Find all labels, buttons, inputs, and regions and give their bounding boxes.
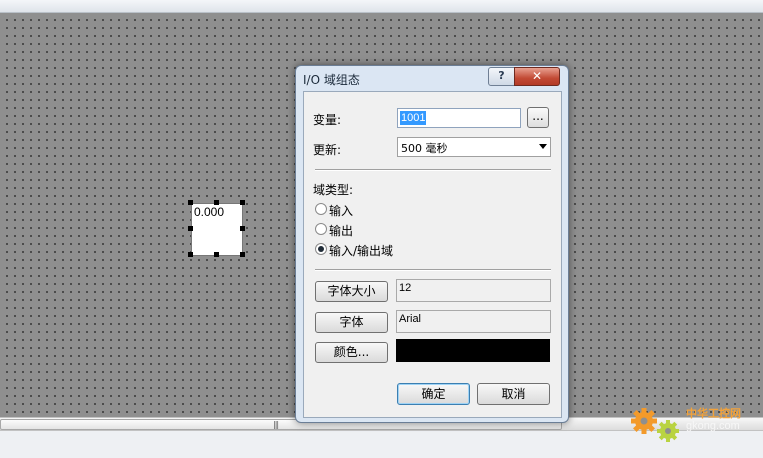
resize-handle-sw[interactable] bbox=[188, 252, 193, 257]
dialog-title: I/O 域组态 bbox=[303, 73, 360, 87]
help-icon: ? bbox=[498, 69, 505, 82]
scrollbar-grip-icon: ||| bbox=[273, 420, 279, 429]
font-size-value: 12 bbox=[399, 282, 412, 294]
resize-handle-w[interactable] bbox=[188, 226, 193, 231]
radio-input-output[interactable] bbox=[315, 243, 327, 255]
radio-output[interactable] bbox=[315, 223, 327, 235]
cancel-button[interactable]: 取消 bbox=[477, 383, 550, 405]
help-button[interactable]: ? bbox=[488, 67, 515, 86]
watermark-logo: 中华工控网 gkong.com bbox=[628, 403, 763, 445]
color-swatch bbox=[396, 339, 550, 362]
update-select[interactable]: 500 毫秒 bbox=[397, 137, 551, 157]
divider bbox=[315, 169, 551, 171]
font-size-button[interactable]: 字体大小 bbox=[315, 281, 388, 302]
radio-output-label[interactable]: 输出 bbox=[329, 222, 353, 239]
resize-handle-n[interactable] bbox=[214, 200, 219, 205]
update-label: 更新: bbox=[313, 143, 342, 157]
io-field-config-dialog: I/O 域组态 ? ✕ 变量: 1001 ... 更新: 500 毫秒 域类型:… bbox=[295, 65, 569, 423]
resize-handle-e[interactable] bbox=[240, 226, 245, 231]
color-button-label: 颜色... bbox=[333, 345, 370, 359]
font-button-label: 字体 bbox=[339, 315, 364, 329]
color-button[interactable]: 颜色... bbox=[315, 342, 388, 363]
font-value: Arial bbox=[399, 313, 422, 325]
font-size-value-box: 12 bbox=[396, 279, 551, 302]
variable-value: 1001 bbox=[400, 111, 427, 125]
variable-browse-button[interactable]: ... bbox=[527, 107, 549, 128]
divider bbox=[315, 269, 551, 271]
close-button[interactable]: ✕ bbox=[514, 67, 560, 86]
resize-handle-s[interactable] bbox=[214, 252, 219, 257]
resize-handle-se[interactable] bbox=[240, 252, 245, 257]
browse-label: ... bbox=[532, 109, 544, 123]
ok-button-label: 确定 bbox=[421, 387, 446, 401]
resize-handle-nw[interactable] bbox=[188, 200, 193, 205]
update-value: 500 毫秒 bbox=[401, 142, 448, 155]
font-button[interactable]: 字体 bbox=[315, 312, 388, 333]
close-icon: ✕ bbox=[531, 69, 543, 83]
watermark-cn: 中华工控网 bbox=[686, 407, 741, 420]
top-toolbar-strip bbox=[0, 0, 763, 13]
io-field-object[interactable]: 0.000 bbox=[191, 203, 243, 256]
variable-label: 变量: bbox=[313, 113, 342, 127]
font-value-box: Arial bbox=[396, 310, 551, 333]
watermark-en: gkong.com bbox=[686, 420, 740, 432]
cancel-button-label: 取消 bbox=[501, 387, 526, 401]
radio-input[interactable] bbox=[315, 203, 327, 215]
gear-icon bbox=[631, 408, 679, 442]
radio-input-label[interactable]: 输入 bbox=[329, 202, 353, 219]
ok-button[interactable]: 确定 bbox=[397, 383, 470, 405]
radio-selected-dot bbox=[318, 246, 324, 252]
font-size-button-label: 字体大小 bbox=[327, 284, 376, 298]
variable-input[interactable]: 1001 bbox=[397, 108, 521, 128]
io-field-value: 0.000 bbox=[194, 205, 225, 219]
radio-input-output-label[interactable]: 输入/输出域 bbox=[329, 242, 393, 259]
chevron-down-icon bbox=[539, 144, 547, 149]
resize-handle-ne[interactable] bbox=[240, 200, 245, 205]
dialog-body: 变量: 1001 ... 更新: 500 毫秒 域类型: 输入 输出 输入/输出… bbox=[303, 91, 562, 418]
field-type-label: 域类型: bbox=[313, 183, 354, 197]
